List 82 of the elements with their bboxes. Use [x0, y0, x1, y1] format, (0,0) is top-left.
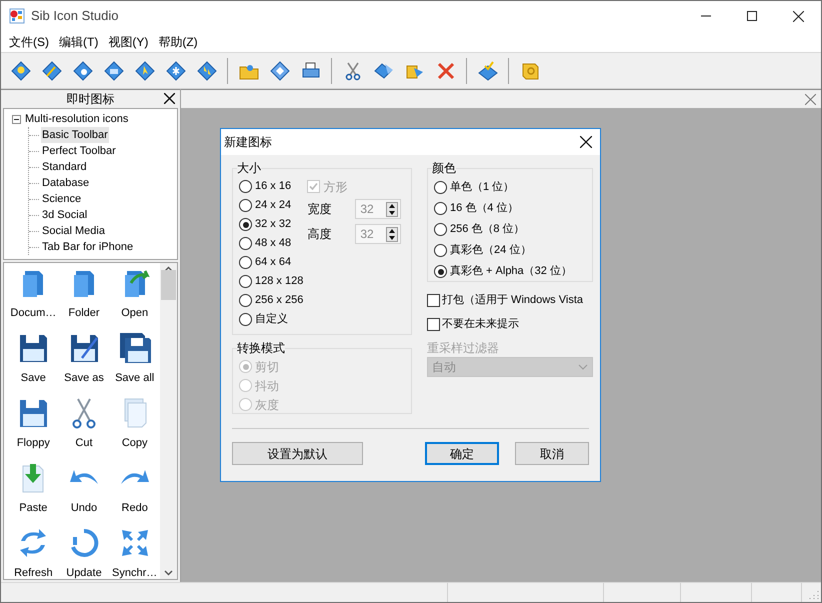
icon-label[interactable]: Docum… — [10, 305, 56, 322]
group-label: 大小 — [237, 160, 261, 177]
scroll-up-icon[interactable] — [164, 266, 173, 272]
icon-label[interactable]: Redo — [122, 500, 148, 516]
radio-label[interactable]: 24 x 24 — [255, 197, 292, 214]
radio-button[interactable] — [434, 265, 447, 278]
panel-title: 即时图标 — [66, 91, 114, 108]
radio-button[interactable] — [239, 218, 252, 231]
dialog-title: 新建图标 — [224, 134, 272, 151]
dialog-button[interactable]: 取消 — [515, 442, 589, 465]
radio-button[interactable] — [434, 244, 447, 257]
radio-label[interactable]: 128 x 128 — [255, 273, 304, 290]
tree-item[interactable]: Science — [41, 190, 82, 208]
tree-item[interactable]: 3d Social — [41, 206, 88, 224]
group-label: 转换模式 — [237, 340, 285, 357]
radio-button[interactable] — [239, 256, 252, 269]
icon-label[interactable]: Paste — [19, 500, 48, 516]
floppy-icon[interactable] — [17, 332, 50, 364]
collapse-icon[interactable] — [12, 114, 21, 124]
icon-label[interactable]: Refresh — [14, 565, 53, 582]
scroll-thumb[interactable] — [161, 270, 176, 300]
tree-item[interactable]: Tab Bar for iPhone — [41, 238, 134, 256]
group-label: 颜色 — [432, 160, 456, 177]
checkbox-label[interactable]: 打包（适用于 Windows Vista — [442, 292, 583, 309]
resize-grip-icon[interactable] — [809, 590, 819, 600]
radio-label[interactable]: 16 x 16 — [255, 178, 292, 195]
radio-label[interactable]: 单色（1 位） — [450, 179, 514, 196]
icon-label[interactable]: Undo — [70, 500, 98, 516]
icon-label[interactable]: Cut — [75, 435, 93, 452]
radio-button[interactable] — [239, 313, 252, 326]
tree-item[interactable]: Perfect Toolbar — [41, 142, 117, 160]
maximize-icon[interactable] — [747, 11, 757, 21]
menu-item[interactable]: 视图(Y) — [103, 32, 154, 50]
icon-label[interactable]: Save as — [64, 370, 104, 386]
radio-label[interactable]: 256 x 256 — [255, 292, 304, 309]
radio-button[interactable] — [434, 202, 447, 215]
radio-button[interactable] — [434, 223, 447, 236]
menu-item[interactable]: 文件(S) — [4, 32, 54, 50]
icon-label[interactable]: Folder — [68, 305, 100, 322]
radio-button[interactable] — [239, 294, 252, 307]
icon-label[interactable]: Save all — [115, 370, 154, 386]
radio-button[interactable] — [239, 275, 252, 288]
icon-label[interactable]: Open — [121, 305, 148, 322]
icon-label[interactable]: Floppy — [16, 435, 50, 452]
tree-item[interactable]: Standard — [41, 158, 88, 176]
icon-label[interactable]: Synchr… — [112, 565, 158, 582]
checkbox[interactable] — [427, 294, 440, 307]
icon-label[interactable]: Save — [20, 370, 46, 386]
radio-label[interactable]: 32 x 32 — [255, 216, 292, 233]
field-label: 高度 — [307, 226, 332, 243]
checkbox[interactable] — [427, 318, 440, 331]
radio-button[interactable] — [239, 180, 252, 193]
radio-label[interactable]: 16 色（4 位） — [450, 200, 518, 217]
radio-label[interactable]: 256 色（8 位） — [450, 221, 525, 238]
icon-label[interactable]: Copy — [122, 435, 148, 452]
radio-label[interactable]: 真彩色 + Alpha（32 位） — [450, 263, 572, 280]
icon-label[interactable]: Update — [66, 565, 102, 582]
scrollbar[interactable] — [160, 263, 177, 579]
radio-label[interactable]: 48 x 48 — [255, 235, 292, 252]
tree-item[interactable]: Social Media — [41, 222, 106, 240]
field-label: 重采样过滤器 — [427, 340, 500, 357]
tree-item[interactable]: Multi-resolution icons — [24, 110, 130, 128]
menu-item[interactable]: 帮助(Z) — [153, 32, 203, 50]
tree-item[interactable]: Database — [41, 174, 90, 192]
radio-label[interactable]: 真彩色（24 位） — [450, 242, 532, 259]
scroll-down-icon[interactable] — [164, 570, 173, 576]
field-label: 宽度 — [307, 201, 332, 218]
radio-button[interactable] — [239, 199, 252, 212]
dialog-button[interactable]: 设置为默认 — [232, 442, 363, 465]
radio-button[interactable] — [239, 237, 252, 250]
app-logo-icon — [9, 8, 25, 24]
radio-button[interactable] — [434, 181, 447, 194]
window-title: Sib Icon Studio — [31, 7, 118, 26]
radio-label[interactable]: 自定义 — [255, 311, 288, 328]
floppies-icon[interactable] — [118, 332, 151, 364]
floppy-icon[interactable] — [17, 397, 50, 429]
menu-item[interactable]: 编辑(T) — [54, 32, 104, 50]
dialog-button[interactable]: 确定 — [425, 442, 499, 465]
radio-label[interactable]: 64 x 64 — [255, 254, 292, 271]
close-icon[interactable] — [792, 10, 804, 22]
tree-item[interactable]: Basic Toolbar — [41, 126, 109, 144]
checkbox-label[interactable]: 不要在未来提示 — [442, 316, 519, 333]
